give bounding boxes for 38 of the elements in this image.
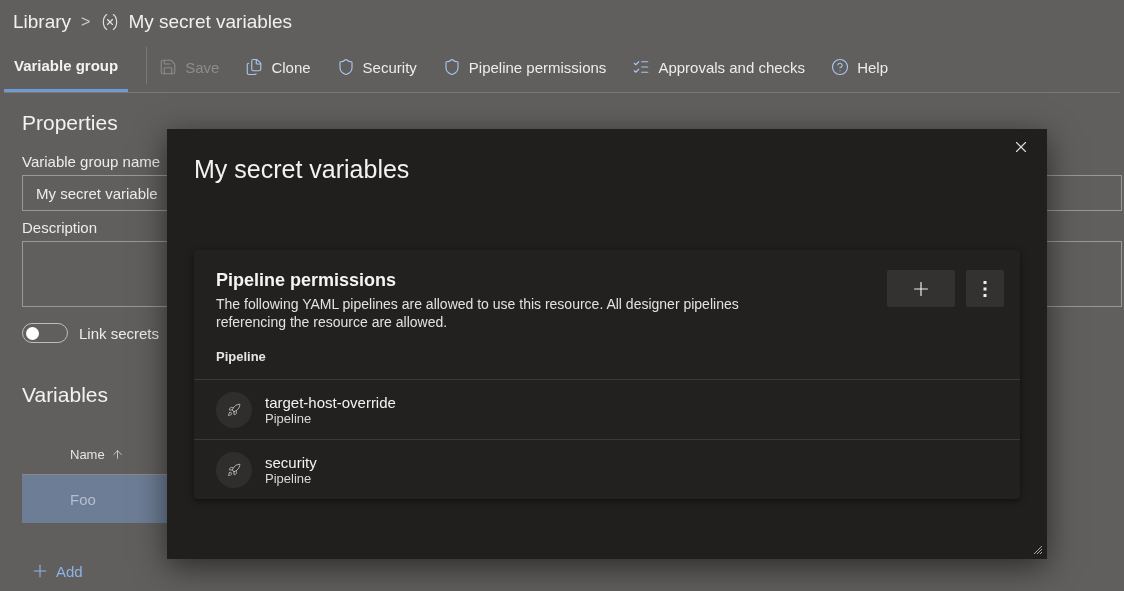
section-heading: Properties [22,111,118,135]
field-label: Description [22,219,99,236]
pipeline-name[interactable]: security [265,453,317,471]
resize-grip-icon[interactable] [1033,545,1043,555]
page-title: My secret variables [128,11,293,33]
dialog-title: My secret variables [194,155,411,184]
pipeline-name[interactable]: target-host-override [265,393,396,411]
toolbar-button[interactable]: Clone [245,34,311,92]
card-title: Pipeline permissions [216,270,398,291]
pipeline-type: Pipeline [265,410,312,426]
tab[interactable]: Variable group [4,42,129,92]
copy-icon [245,58,264,76]
column-header: Pipeline [194,331,1020,380]
card-description: The following YAML pipelines are allowed to use this resource. All designer pipelines referencing the resource are allowed. [216,295,740,331]
add-button[interactable] [887,270,955,307]
field-value: My secret variable [36,184,158,202]
toggle-label: Link secrets [79,324,160,342]
save-icon [159,58,178,76]
breadcrumb-link[interactable]: Library [13,11,72,33]
toolbar-button[interactable]: Help [831,34,888,92]
section-heading: Variables [22,383,108,407]
toolbar-button[interactable]: Security [336,34,417,92]
add-button[interactable]: Add [22,561,91,581]
rocket-avatar [216,391,252,428]
more-icon [983,280,987,297]
rocket-avatar [216,451,252,488]
field-label: Variable group name [22,153,162,170]
shield-icon [442,58,461,76]
breadcrumb-separator: > [81,13,91,31]
pipeline-type: Pipeline [265,470,312,486]
shield-icon [336,58,355,76]
checklist-icon [632,58,651,76]
help-icon [831,58,850,76]
toolbar-button[interactable]: Pipeline permissions [442,34,607,92]
toolbar-button[interactable]: Approvals and checks [632,34,806,92]
sort-arrow-icon [110,448,124,461]
more-button[interactable] [966,270,1004,307]
table-cell: Foo [70,490,96,508]
